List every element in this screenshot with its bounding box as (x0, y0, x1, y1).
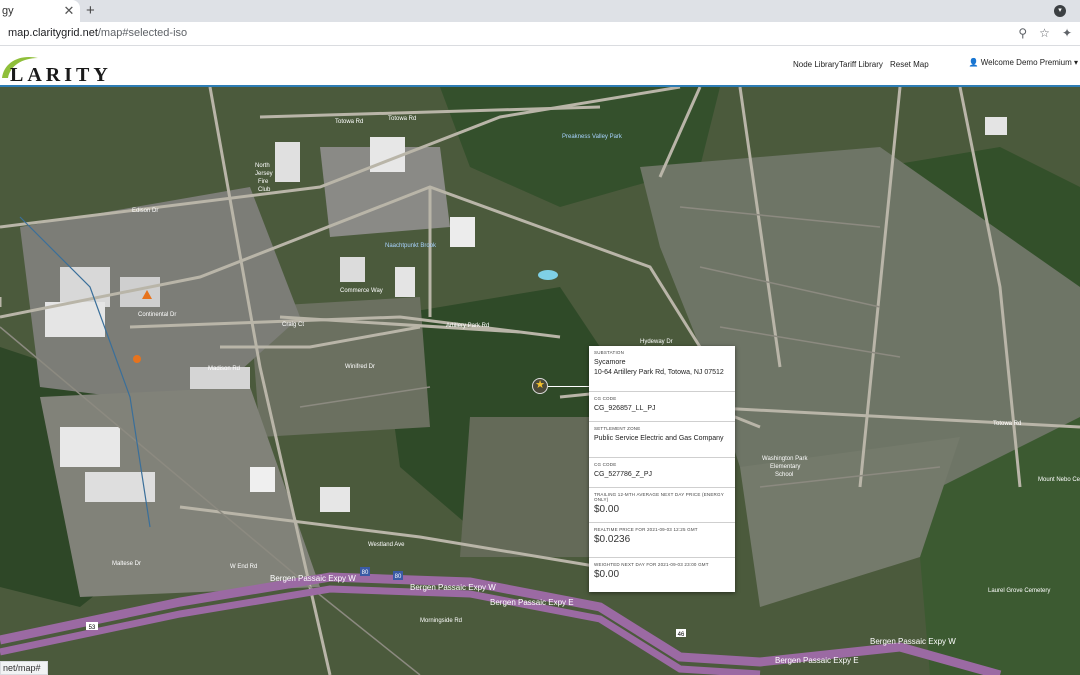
map-label-fire-club: North (255, 163, 270, 169)
address-bar[interactable]: map.claritygrid.net/map#selected-iso ⚲ ☆… (0, 22, 1080, 46)
map-label-totowa-rd: Totowa Rd (335, 119, 363, 125)
map-label-expy-e-1: Bergen Passaic Expy E (490, 598, 574, 607)
map-label-mount-nebo: Mount Nebo Cem (1038, 477, 1080, 483)
weighted-price-value: $0.00 (594, 569, 620, 580)
close-icon[interactable]: ✕ (62, 3, 76, 19)
popup-cg-code-section: CG CODE CG_926857_LL_PJ (589, 392, 735, 422)
popup-zone-section: SETTLEMENT ZONE Public Service Electric … (589, 422, 735, 458)
shield-label: 80 (395, 574, 402, 580)
map-label-commerce-way: Commerce Way (340, 288, 383, 294)
user-menu[interactable]: 👤 Welcome Demo Premium ▾ (969, 58, 1078, 67)
nav-reset-map[interactable]: Reset Map (890, 60, 929, 69)
caret-down-icon: ▾ (1073, 58, 1078, 67)
map-label-school: Washington Park (762, 456, 808, 462)
weighted-price-label: WEIGHTED NEXT DAY FOR 2021-09-03 23:00 G… (594, 562, 709, 567)
welcome-text: Welcome Demo Premium (980, 58, 1072, 67)
map-label-edison-dr: Edison Dr (132, 208, 158, 214)
map-label-totowa-rd-3: Totowa Rd (993, 421, 1021, 427)
tab-search-icon[interactable]: ▾ (1054, 5, 1066, 17)
map-label-continental-dr: Continental Dr (138, 312, 176, 318)
map-label-laurel-grove: Laurel Grove Cemetery (988, 588, 1050, 594)
selected-substation-star-icon[interactable]: ★ (532, 378, 548, 394)
map-label-expy-w-2: Bergen Passaic Expy W (410, 583, 496, 592)
trailing-price-label: TRAILING 12-MTH AVERAGE NEXT DAY PRICE (… (594, 492, 724, 502)
logo-text: LARITY (10, 64, 112, 86)
orange-circle-marker[interactable] (133, 355, 141, 363)
popup-realtime-section: REALTIME PRICE FOR 2021-09-03 12:25 GMT … (589, 523, 735, 558)
bookmark-star-icon[interactable]: ☆ (1039, 26, 1050, 40)
shield-label: 80 (362, 570, 369, 576)
map-label-hydeway-dr: Hydeway Dr (640, 339, 673, 345)
zone-name: Public Service Electric and Gas Company (594, 435, 724, 442)
map-label-preakness-park: Preakness Valley Park (562, 134, 623, 140)
popup-connector-line (548, 386, 589, 387)
clarity-logo[interactable]: LARITY (0, 50, 130, 86)
zoom-icon[interactable]: ⚲ (1018, 26, 1027, 40)
map-label-expy-e-2: Bergen Passaic Expy E (775, 656, 859, 665)
extensions-icon[interactable]: ✦ (1062, 26, 1072, 40)
map-label-fire-club-4: Club (258, 187, 271, 193)
status-bar-url: net/map# (0, 661, 48, 675)
cg-code-value: CG_926857_LL_PJ (594, 405, 656, 412)
tab-title: gy (2, 5, 14, 17)
user-icon: 👤 (968, 58, 979, 67)
map-label-totowa-rd-2: Totowa Rd (388, 116, 416, 122)
map-label-winifred-dr: Winifred Dr (345, 364, 375, 370)
trailing-price-value: $0.00 (594, 504, 620, 515)
browser-tabbar: gy ✕ + ▾ (0, 0, 1080, 22)
map-label-maltese-dr: Maltese Dr (112, 561, 141, 567)
zone-label: SETTLEMENT ZONE (594, 426, 641, 431)
map-label-craig-ct: Craig Ct (282, 322, 304, 328)
map-label-expy-w-3: Bergen Passaic Expy W (870, 637, 956, 646)
url-host: map.claritygrid.net (8, 27, 98, 39)
substation-address: 10-64 Artillery Park Rd, Totowa, NJ 0751… (594, 369, 724, 376)
map-label-school-3: School (775, 472, 793, 478)
substation-popup: SUBSTATION Sycamore 10-64 Artillery Park… (589, 346, 735, 592)
map-label-fire-club-3: Fire (258, 179, 269, 185)
map-label-morningside: Morningside Rd (420, 618, 462, 624)
map-label-w-end-rd: W End Rd (230, 564, 257, 570)
zone-cg-code-label: CG CODE (594, 462, 617, 467)
popup-weighted-section: WEIGHTED NEXT DAY FOR 2021-09-03 23:00 G… (589, 558, 735, 592)
substation-label: SUBSTATION (594, 350, 625, 355)
new-tab-button[interactable]: + (86, 2, 95, 19)
nav-node-library[interactable]: Node Library (793, 60, 839, 69)
substation-name: Sycamore (594, 359, 626, 366)
popup-trailing-section: TRAILING 12-MTH AVERAGE NEXT DAY PRICE (… (589, 488, 735, 523)
map-label-brook: Naachtpunkt Brook (385, 243, 437, 249)
nav-tariff-library[interactable]: Tariff Library (839, 60, 883, 69)
shield-label: 46 (678, 632, 685, 638)
realtime-price-label: REALTIME PRICE FOR 2021-09-03 12:25 GMT (594, 527, 698, 532)
url-path: /map#selected-iso (97, 27, 188, 39)
popup-zone-code-section: CG CODE CG_527786_Z_PJ (589, 458, 735, 488)
map-label-expy-w-1: Bergen Passaic Expy W (270, 574, 356, 583)
url-text[interactable]: map.claritygrid.net/map#selected-iso (8, 27, 187, 39)
map-label-school-2: Elementary (770, 464, 800, 470)
popup-substation-section: SUBSTATION Sycamore 10-64 Artillery Park… (589, 346, 735, 392)
cg-code-label: CG CODE (594, 396, 617, 401)
realtime-price-value: $0.0236 (594, 534, 631, 545)
map-label-madison-rd: Madison Rd (208, 366, 240, 372)
map-label-artillery-park-rd: Artillery Park Rd (446, 323, 489, 329)
map-label-westland-ave: Westland Ave (368, 542, 405, 548)
app-header: LARITY Node Library Tariff Library Reset… (0, 46, 1080, 87)
shield-label: 53 (89, 625, 96, 631)
zone-cg-code-value: CG_527786_Z_PJ (594, 471, 652, 478)
browser-tab[interactable]: gy ✕ (0, 0, 80, 22)
map-label-fire-club-2: Jersey (255, 171, 273, 177)
